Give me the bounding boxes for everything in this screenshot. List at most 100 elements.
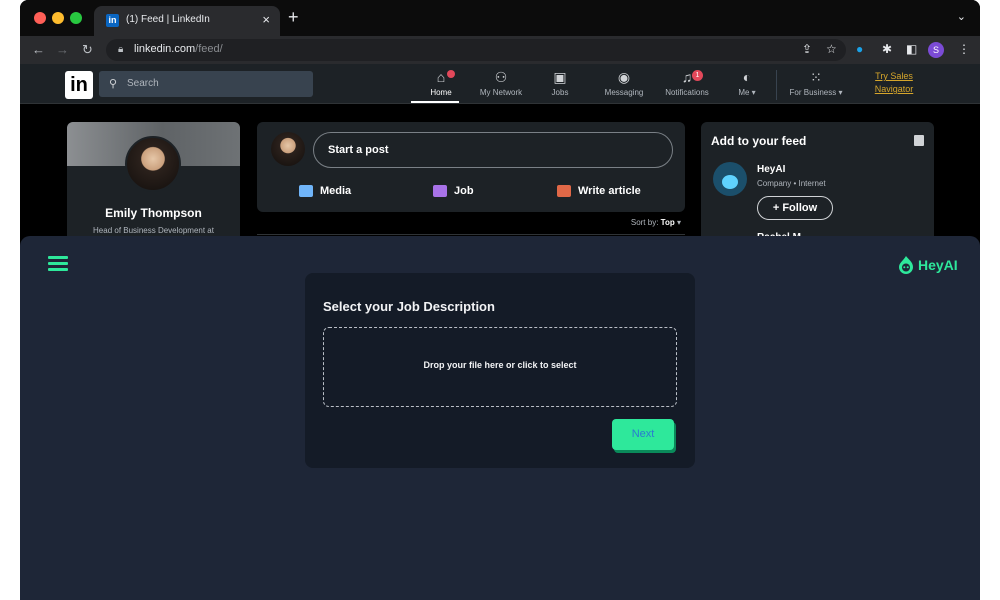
sort-value: Top: [660, 218, 675, 227]
heyai-extension-icon[interactable]: ●: [856, 42, 863, 56]
article-icon: [557, 184, 571, 197]
tab-strip: in (1) Feed | LinkedIn × + ⌄: [20, 0, 980, 36]
nav-jobs[interactable]: ▣ Jobs: [533, 68, 587, 102]
sort-row: Sort by: Top ▾: [257, 218, 685, 232]
company-name[interactable]: HeyAI: [757, 164, 785, 175]
url-path: /feed/: [195, 43, 223, 55]
try-sales-navigator-link[interactable]: Try Sales Navigator: [856, 70, 932, 96]
share-icon[interactable]: ⇪: [802, 42, 812, 56]
company-meta: Company • Internet: [757, 179, 826, 188]
address-bar[interactable]: 🔒︎ linkedin.com/feed/: [106, 39, 846, 61]
url-domain: linkedin.com: [134, 43, 196, 55]
tab-search-chevron-icon[interactable]: ⌄: [957, 10, 966, 23]
kebab-menu-icon[interactable]: ⋮: [958, 42, 970, 56]
me-avatar-icon: ◐: [742, 69, 752, 85]
media-label: Media: [320, 184, 352, 197]
profile-name[interactable]: Emily Thompson: [67, 206, 240, 220]
lock-icon: 🔒︎: [118, 44, 124, 55]
start-post-label: Start a post: [328, 144, 389, 156]
nav-for-business[interactable]: ⁙ For Business ▾: [782, 68, 850, 102]
write-article-button[interactable]: Write article: [557, 182, 641, 200]
nav-home-underline: [411, 101, 459, 103]
linkedin-favicon-icon: in: [106, 14, 119, 27]
next-button[interactable]: Next: [612, 419, 674, 450]
forward-arrow-icon[interactable]: →: [56, 42, 69, 57]
people-icon: ⚇: [494, 69, 508, 85]
job-description-card: Select your Job Description Drop your fi…: [305, 273, 695, 468]
heyai-brand-name: HeyAI: [918, 257, 958, 273]
nav-home[interactable]: ⌂ Home: [411, 68, 471, 102]
back-arrow-icon[interactable]: ←: [32, 42, 45, 57]
new-tab-icon[interactable]: +: [288, 8, 299, 26]
job-label: Job: [454, 184, 474, 197]
profile-photo[interactable]: [125, 136, 181, 192]
add-to-feed-card: Add to your feed HeyAI Company • Interne…: [701, 122, 934, 242]
search-placeholder: Search: [127, 78, 159, 89]
sort-label: Sort by:: [630, 218, 659, 227]
profile-card[interactable]: Emily Thompson Head of Business Developm…: [67, 122, 240, 242]
sort-dropdown[interactable]: Sort by: Top ▾: [631, 218, 681, 227]
info-icon[interactable]: [914, 135, 924, 146]
media-button[interactable]: Media: [299, 182, 351, 200]
profile-headline: Head of Business Development at: [93, 226, 214, 235]
nav-jobs-label: Jobs: [551, 88, 569, 97]
hamburger-line: [48, 262, 68, 265]
sidepanel-icon[interactable]: ◧: [906, 42, 917, 56]
avatar[interactable]: [271, 132, 305, 166]
add-feed-title: Add to your feed: [711, 134, 807, 148]
feed-divider: [257, 234, 685, 235]
briefcase-icon: [433, 184, 447, 197]
follow-button[interactable]: + Follow: [757, 196, 833, 220]
card-title: Select your Job Description: [323, 299, 495, 314]
heyai-robot-icon: [722, 175, 738, 189]
nav-home-label: Home: [430, 88, 452, 97]
start-post-button[interactable]: Start a post: [313, 132, 673, 168]
share-box: Start a post Media Job Write article: [257, 122, 685, 212]
message-icon: ◉: [617, 69, 631, 85]
grid-icon: ⁙: [810, 69, 822, 85]
notifications-badge: 1: [692, 70, 703, 81]
heyai-brand: HeyAI: [896, 254, 960, 276]
browser-profile-avatar[interactable]: S: [928, 42, 944, 58]
linkedin-logo[interactable]: in: [65, 71, 93, 99]
url-text[interactable]: linkedin.com/feed/: [134, 43, 223, 55]
linkedin-navbar: in ⚲ Search ⌂ Home ⚇ My Network ▣ Jobs ◉: [20, 64, 980, 104]
nav-messaging[interactable]: ◉ Messaging: [594, 68, 654, 102]
nav-messaging-label: Messaging: [604, 88, 644, 97]
nav-notifications[interactable]: ♫ 1 Notifications: [656, 68, 718, 102]
hamburger-line: [48, 268, 68, 271]
try-sales-line1: Try Sales: [875, 71, 913, 81]
nav-me-label: Me ▾: [738, 88, 756, 97]
nav-divider: [776, 70, 777, 100]
try-sales-line2: Navigator: [874, 84, 914, 94]
nav-my-network[interactable]: ⚇ My Network: [471, 68, 531, 102]
close-window-button[interactable]: [34, 12, 46, 24]
nav-notifications-label: Notifications: [665, 88, 709, 97]
search-input[interactable]: ⚲ Search: [99, 71, 313, 97]
reload-icon[interactable]: ↻: [82, 42, 93, 58]
bell-icon: ♫: [681, 69, 693, 85]
tab-title: (1) Feed | LinkedIn: [126, 14, 210, 25]
hamburger-menu-icon[interactable]: [48, 256, 68, 271]
bookmark-star-icon[interactable]: ☆: [826, 42, 837, 56]
caret-down-icon: ▾: [676, 218, 681, 227]
nav-business-label: For Business ▾: [789, 88, 843, 97]
maximize-window-button[interactable]: [70, 12, 82, 24]
minimize-window-button[interactable]: [52, 12, 64, 24]
job-button[interactable]: Job: [433, 182, 474, 200]
browser-toolbar: ← → ↻ 🔒︎ linkedin.com/feed/ ⇪ ☆ ● ✱ ◧ S …: [20, 36, 980, 64]
heyai-panel: HeyAI Select your Job Description Drop y…: [20, 236, 980, 600]
browser-tab[interactable]: in (1) Feed | LinkedIn ×: [94, 6, 280, 36]
puzzle-icon[interactable]: ✱: [882, 42, 892, 56]
home-icon: ⌂: [436, 69, 446, 85]
heyai-logo-icon: [899, 256, 913, 274]
nav-network-label: My Network: [479, 88, 523, 97]
close-tab-icon[interactable]: ×: [262, 12, 270, 27]
search-icon: ⚲: [109, 78, 118, 90]
write-article-label: Write article: [578, 184, 641, 197]
hamburger-line: [48, 256, 68, 259]
file-dropzone[interactable]: Drop your file here or click to select: [323, 327, 677, 407]
briefcase-icon: ▣: [553, 69, 567, 85]
home-badge: [447, 70, 455, 78]
nav-me[interactable]: ◐ Me ▾: [721, 68, 773, 102]
